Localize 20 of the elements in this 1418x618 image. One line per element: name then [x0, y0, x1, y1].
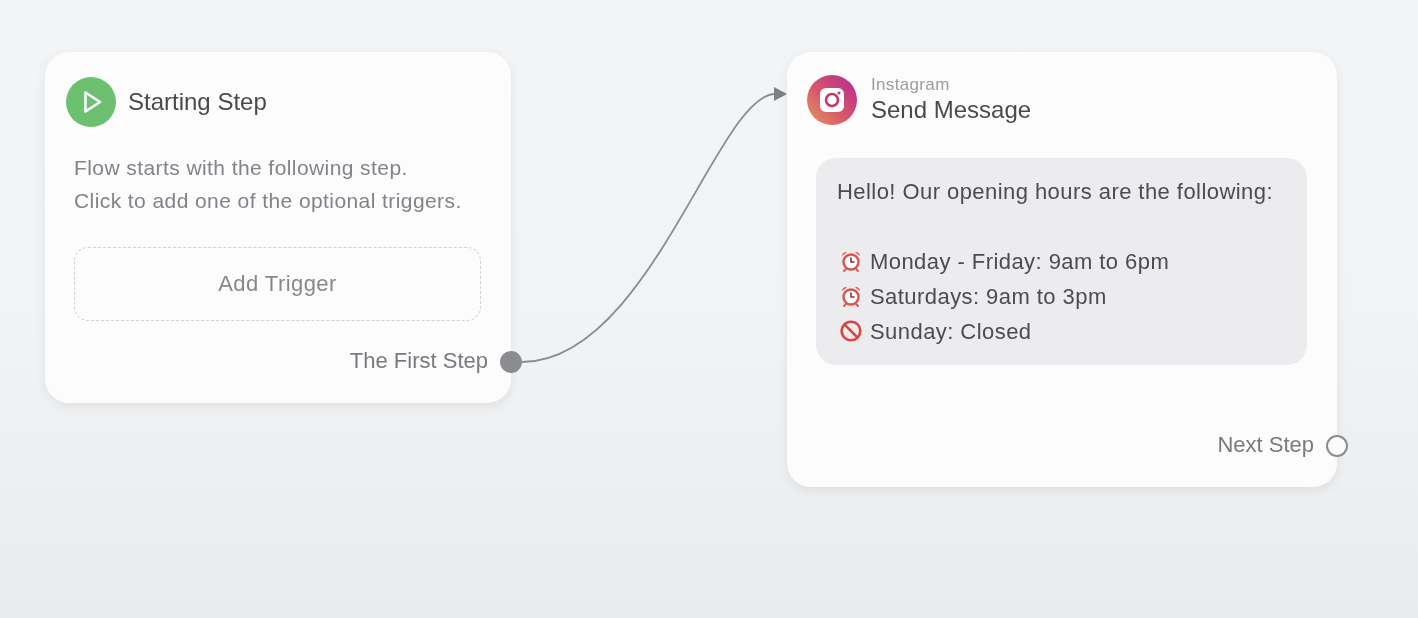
play-icon — [66, 77, 116, 127]
output-handle[interactable] — [500, 351, 522, 373]
prohibited-icon — [840, 320, 862, 342]
message-text: Sunday: Closed — [870, 317, 1032, 346]
camera-icon — [807, 75, 857, 125]
alarm-clock-icon — [840, 250, 862, 272]
message-text: Saturdays: 9am to 3pm — [870, 282, 1107, 311]
description-text: Click to add one of the optional triggers. — [74, 188, 462, 215]
channel-label: Instagram — [871, 75, 950, 95]
node-title: Starting Step — [128, 87, 267, 117]
output-handle[interactable] — [1326, 435, 1348, 457]
output-label: Next Step — [1217, 431, 1314, 459]
message-text: Monday - Friday: 9am to 6pm — [870, 247, 1170, 276]
node-title: Send Message — [871, 95, 1032, 125]
description-text: Flow starts with the following step. — [74, 155, 408, 182]
message-text: Hello! Our opening hours are the following: — [837, 177, 1273, 206]
output-label: The First Step — [349, 347, 488, 375]
alarm-clock-icon — [840, 285, 862, 307]
flow-node-card[interactable]: Instagram Send Message Hello! Our opening hours are the following: Monday - Friday: 9am to 6pm Saturdays: 9am to 3pm Sunday: Closed Next Step — [787, 52, 1337, 487]
flow-node-card[interactable]: Starting Step Flow starts with the following step. Click to add one of the optional triggers. Add Trigger The First Step — [45, 52, 511, 403]
